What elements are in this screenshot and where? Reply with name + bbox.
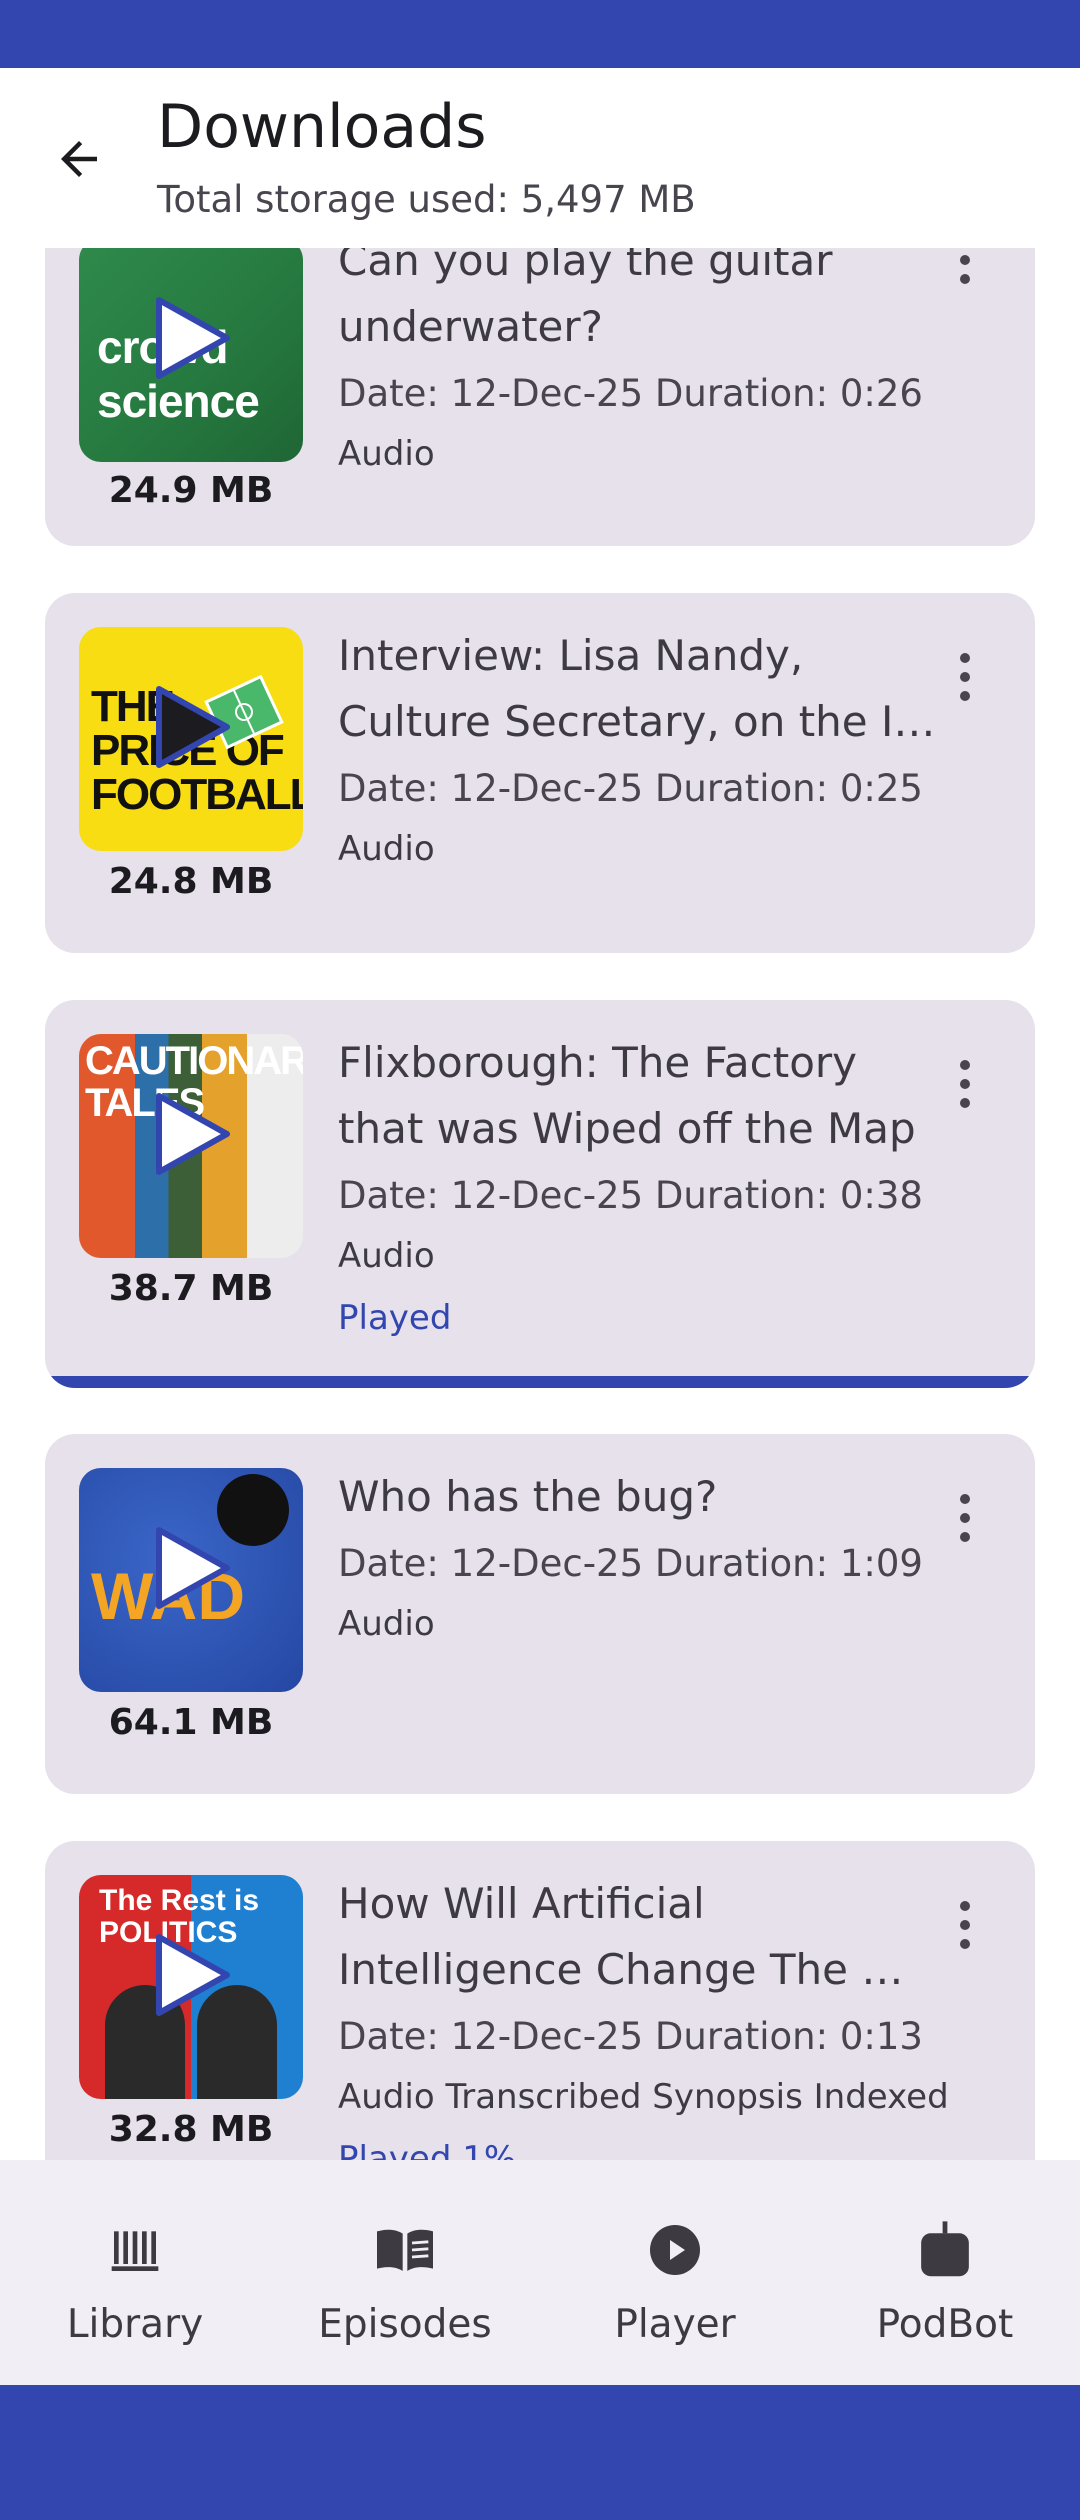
episode-meta: Date: 12-Dec-25 Duration: 0:38	[338, 1174, 923, 1217]
episode-meta: Date: 12-Dec-25 Duration: 0:26	[338, 372, 923, 415]
episode-title: Can you play the guitar underwater?	[338, 248, 833, 351]
more-options-button[interactable]	[945, 1054, 985, 1114]
crowd-science-artwork[interactable]: crowd science	[79, 248, 303, 462]
nav-episodes[interactable]: Episodes	[270, 2160, 540, 2385]
episode-title: How Will Artificial Intelligence Change …	[338, 1879, 904, 1994]
nav-label: Player	[614, 2302, 736, 2347]
file-size: 32.8 MB	[108, 2109, 274, 2150]
episode-title: Flixborough: The Factory that was Wiped …	[338, 1038, 916, 1153]
nav-podbot[interactable]: PodBot	[810, 2160, 1080, 2385]
arrow-back-icon	[61, 141, 97, 177]
episodes-icon	[377, 2229, 433, 2271]
episode-card[interactable]: crowd science 24.9 MB Can you play the g…	[45, 248, 1035, 546]
file-size: 64.1 MB	[108, 1702, 274, 1743]
episode-tags: Audio	[338, 434, 435, 474]
file-size: 24.9 MB	[108, 470, 274, 511]
more-options-button[interactable]	[945, 1895, 985, 1955]
file-size: 38.7 MB	[108, 1268, 274, 1309]
nav-label: Library	[66, 2302, 204, 2347]
podbot-icon	[921, 2221, 969, 2277]
episode-meta: Date: 12-Dec-25 Duration: 0:25	[338, 767, 923, 810]
nav-label: Episodes	[318, 2302, 492, 2347]
nav-label: PodBot	[876, 2302, 1014, 2347]
system-navigation-bar	[0, 2385, 1080, 2520]
episode-tags: Audio	[338, 1604, 435, 1644]
cautionary-tales-artwork[interactable]: CAUTIONARY TALES	[79, 1034, 303, 1258]
play-icon[interactable]	[153, 685, 233, 769]
play-icon[interactable]	[153, 1933, 233, 2017]
episode-title: Interview: Lisa Nandy, Culture Secretary…	[338, 631, 936, 746]
episode-card[interactable]: WAD 64.1 MB Who has the bug? Date: 12-De…	[45, 1434, 1035, 1794]
episode-card[interactable]: THE PRICE OF FOOTBALL 24.8 MB Interview:…	[45, 593, 1035, 953]
more-options-button[interactable]	[945, 647, 985, 707]
episode-meta: Date: 12-Dec-25 Duration: 1:09	[338, 1542, 923, 1585]
price-of-football-artwork[interactable]: THE PRICE OF FOOTBALL	[79, 627, 303, 851]
storage-used: Total storage used: 5,497 MB	[157, 178, 696, 221]
page-title: Downloads	[157, 92, 487, 162]
library-icon	[111, 2231, 159, 2271]
file-size: 24.8 MB	[108, 861, 274, 902]
more-options-button[interactable]	[945, 1488, 985, 1548]
nav-player[interactable]: Player	[540, 2160, 810, 2385]
episode-tags: Audio	[338, 829, 435, 869]
episode-tags: Audio	[338, 1236, 435, 1276]
episode-card[interactable]: The Rest is POLITICS 32.8 MB How Will Ar…	[45, 1841, 1035, 2160]
womble-podcast-artwork[interactable]: WAD	[79, 1468, 303, 1692]
episode-meta: Date: 12-Dec-25 Duration: 0:13	[338, 2015, 923, 2058]
top-app-bar: Downloads Total storage used: 5,497 MB	[0, 68, 1080, 248]
play-icon[interactable]	[153, 1092, 233, 1176]
episode-tags: Audio Transcribed Synopsis Indexed	[338, 2077, 949, 2117]
back-button[interactable]	[40, 120, 118, 198]
more-options-button[interactable]	[945, 248, 985, 290]
play-icon[interactable]	[153, 296, 233, 380]
episode-title: Who has the bug?	[338, 1472, 718, 1521]
progress-bar	[45, 1376, 1035, 1388]
play-icon[interactable]	[153, 1526, 233, 1610]
rest-is-politics-artwork[interactable]: The Rest is POLITICS	[79, 1875, 303, 2099]
downloads-list[interactable]: crowd science 24.9 MB Can you play the g…	[0, 248, 1080, 2160]
nav-library[interactable]: Library	[0, 2160, 270, 2385]
episode-card[interactable]: CAUTIONARY TALES 38.7 MB Flixborough: Th…	[45, 1000, 1035, 1388]
player-icon	[650, 2225, 700, 2275]
played-status: Played 1%	[338, 2139, 517, 2160]
played-status: Played	[338, 1298, 452, 1338]
status-bar	[0, 0, 1080, 68]
bottom-navigation: Library Episodes Player PodBot	[0, 2160, 1080, 2385]
